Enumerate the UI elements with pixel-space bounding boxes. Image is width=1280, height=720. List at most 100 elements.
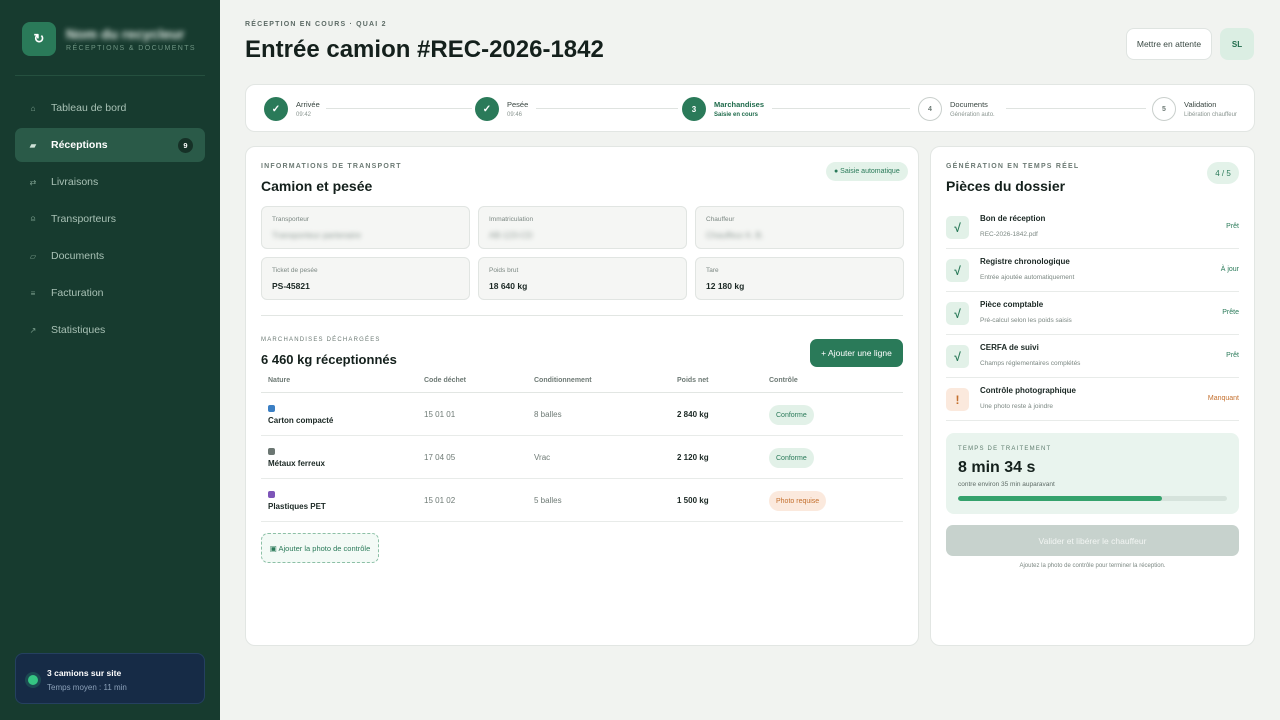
check-icon: √ xyxy=(946,302,969,325)
brand-name: Nom du recycleur xyxy=(66,26,185,42)
doc-subtitle: Une photo reste à joindre xyxy=(980,403,1053,410)
dossier-count-badge: 4 / 5 xyxy=(1207,162,1239,184)
field-value: Chauffeur A. B. xyxy=(706,230,764,240)
doc-status: À jour xyxy=(1220,266,1239,273)
sidebar-item-label: Documents xyxy=(51,250,105,262)
step-subtitle: 09:46 xyxy=(507,112,523,118)
step-number: 4 xyxy=(918,97,942,121)
goods-title: 6 460 kg réceptionnés xyxy=(261,352,397,367)
sidebar-item-transporteurs[interactable]: ⍝ Transporteurs xyxy=(15,202,205,236)
brand-logo-icon: ↻ xyxy=(22,22,56,56)
step-label: Arrivée xyxy=(296,100,320,109)
doc-subtitle: Champs réglementaires complétés xyxy=(980,360,1081,367)
tare-field[interactable]: Tare 12 180 kg xyxy=(695,257,904,300)
nature-cell: Carton compacté xyxy=(268,405,333,425)
net-weight-cell: 1 500 kg xyxy=(677,496,709,505)
doc-title: Pièce comptable xyxy=(980,300,1044,309)
waste-code-cell: 17 04 05 xyxy=(424,453,456,462)
carrier-field[interactable]: Transporteur Transporteur partenaire xyxy=(261,206,470,249)
step-label: Documents xyxy=(950,100,988,109)
hold-button[interactable]: Mettre en attente xyxy=(1126,28,1212,60)
sidebar-item-facturation[interactable]: ≡ Facturation xyxy=(15,276,205,310)
status-badge: Conforme xyxy=(769,448,814,468)
step-3[interactable]: 3 Marchandises Saisie en cours xyxy=(682,97,764,121)
table-row[interactable]: Plastiques PET 15 01 02 5 balles 1 500 kg Ph… xyxy=(261,479,903,522)
doc-accounting[interactable]: √ Pièce comptable Pré-calcul selon les poi… xyxy=(946,292,1239,335)
transport-card: INFORMATIONS DE TRANSPORT Camion et pesé… xyxy=(245,146,919,646)
sidebar-item-label: Livraisons xyxy=(51,176,99,188)
count-badge: 9 xyxy=(178,138,193,153)
doc-status: Prêt xyxy=(1226,223,1239,230)
material-color-swatch xyxy=(268,448,275,455)
doc-subtitle: Entrée ajoutée automatiquement xyxy=(980,274,1075,281)
nature-label: Métaux ferreux xyxy=(268,459,325,468)
check-icon: ✓ xyxy=(264,97,288,121)
material-color-swatch xyxy=(268,405,275,412)
step-connector xyxy=(1006,108,1146,109)
step-connector xyxy=(326,108,472,109)
driver-field[interactable]: Chauffeur Chauffeur A. B. xyxy=(695,206,904,249)
sidebar-item-tableau-de-bord[interactable]: ⌂ Tableau de bord xyxy=(15,91,205,125)
field-value: 12 180 kg xyxy=(706,281,745,291)
doc-cerfa[interactable]: √ CERFA de suivi Champs réglementaires com… xyxy=(946,335,1239,378)
field-value: Transporteur partenaire xyxy=(272,230,361,240)
sidebar-nav: ⌂ Tableau de bord ▰ Réceptions 9 ⇄ Livraisons ⍝… xyxy=(15,91,205,350)
doc-reception-note[interactable]: √ Bon de réception REC-2026-1842.pdf Prêt xyxy=(946,206,1239,249)
doc-subtitle: REC-2026-1842.pdf xyxy=(980,231,1038,238)
stats-icon: ↗ xyxy=(29,325,37,335)
sidebar-item-receptions[interactable]: ▰ Réceptions 9 xyxy=(15,128,205,162)
brand[interactable]: ↻ Nom du recycleur RÉCEPTIONS & DOCUMENT… xyxy=(22,22,196,56)
gross-weight-field[interactable]: Poids brut 18 640 kg xyxy=(478,257,687,300)
doc-status: Manquant xyxy=(1207,395,1239,402)
timer-progress-bar xyxy=(958,496,1227,501)
step-5[interactable]: 5 Validation Libération chauffeur xyxy=(1152,97,1237,121)
validate-hint: Ajoutez la photo de contrôle pour termin… xyxy=(1019,563,1166,569)
processing-time-panel: TEMPS DE TRAITEMENT 8 min 34 s contre en… xyxy=(946,433,1239,514)
validate-release-button[interactable]: Valider et libérer le chauffeur xyxy=(946,525,1239,556)
step-1[interactable]: ✓ Arrivée 09:42 xyxy=(264,97,320,121)
doc-title: Bon de réception xyxy=(980,214,1046,223)
net-weight-cell: 2 840 kg xyxy=(677,410,709,419)
sidebar-item-statistiques[interactable]: ↗ Statistiques xyxy=(15,313,205,347)
check-icon: √ xyxy=(946,345,969,368)
table-body: Carton compacté 15 01 01 8 balles 2 840 kg C… xyxy=(261,393,903,522)
add-photo-button[interactable]: ▣ Ajouter la photo de contrôle xyxy=(261,533,379,563)
column-header: Contrôle xyxy=(769,377,798,384)
step-4[interactable]: 4 Documents Génération auto. xyxy=(918,97,995,121)
plate-field[interactable]: Immatriculation AB-123-CD xyxy=(478,206,687,249)
status-badge: Conforme xyxy=(769,405,814,425)
progress-stepper: ✓ Arrivée 09:42 ✓ Pesée 09:46 3 Marchandises Sai… xyxy=(245,84,1255,132)
weigh-ticket-field[interactable]: Ticket de pesée PS-45821 xyxy=(261,257,470,300)
step-2[interactable]: ✓ Pesée 09:46 xyxy=(475,97,528,121)
step-number: 3 xyxy=(682,97,706,121)
invoice-icon: ≡ xyxy=(30,288,36,298)
waste-code-cell: 15 01 02 xyxy=(424,496,456,505)
doc-chrono-register[interactable]: √ Registre chronologique Entrée ajoutée au… xyxy=(946,249,1239,292)
doc-subtitle: Pré-calcul selon les poids saisis xyxy=(980,317,1072,324)
auto-entry-badge: ● Saisie automatique xyxy=(826,162,908,181)
sidebar-item-livraisons[interactable]: ⇄ Livraisons xyxy=(15,165,205,199)
warning-icon: ! xyxy=(946,388,969,411)
sidebar-item-label: Transporteurs xyxy=(51,213,116,225)
step-label: Marchandises xyxy=(714,100,765,109)
section-divider xyxy=(261,315,903,316)
packaging-cell: Vrac xyxy=(534,453,551,462)
nature-cell: Métaux ferreux xyxy=(268,448,325,468)
table-row[interactable]: Carton compacté 15 01 01 8 balles 2 840 kg C… xyxy=(261,393,903,436)
doc-photo-check[interactable]: ! Contrôle photographique Une photo reste … xyxy=(946,378,1239,421)
sidebar-item-documents[interactable]: ▱ Documents xyxy=(15,239,205,273)
sidebar-item-label: Réceptions xyxy=(51,139,108,151)
brand-subtitle: RÉCEPTIONS & DOCUMENTS xyxy=(66,45,196,52)
step-subtitle: Génération auto. xyxy=(950,112,995,118)
exchange-icon: ⇄ xyxy=(29,177,37,187)
avatar[interactable]: SL xyxy=(1220,28,1254,60)
step-connector xyxy=(772,108,910,109)
step-subtitle: Saisie en cours xyxy=(714,112,759,118)
step-subtitle: 09:42 xyxy=(296,112,312,118)
table-row[interactable]: Métaux ferreux 17 04 05 Vrac 2 120 kg Confor… xyxy=(261,436,903,479)
transport-title: Camion et pesée xyxy=(261,178,373,194)
add-line-button[interactable]: + Ajouter une ligne xyxy=(810,339,903,367)
timer-eyebrow: TEMPS DE TRAITEMENT xyxy=(958,446,1052,452)
site-status-title: 3 camions sur site xyxy=(47,668,122,678)
goods-table: Nature Code déchet Conditionnement Poids ne… xyxy=(261,373,903,522)
